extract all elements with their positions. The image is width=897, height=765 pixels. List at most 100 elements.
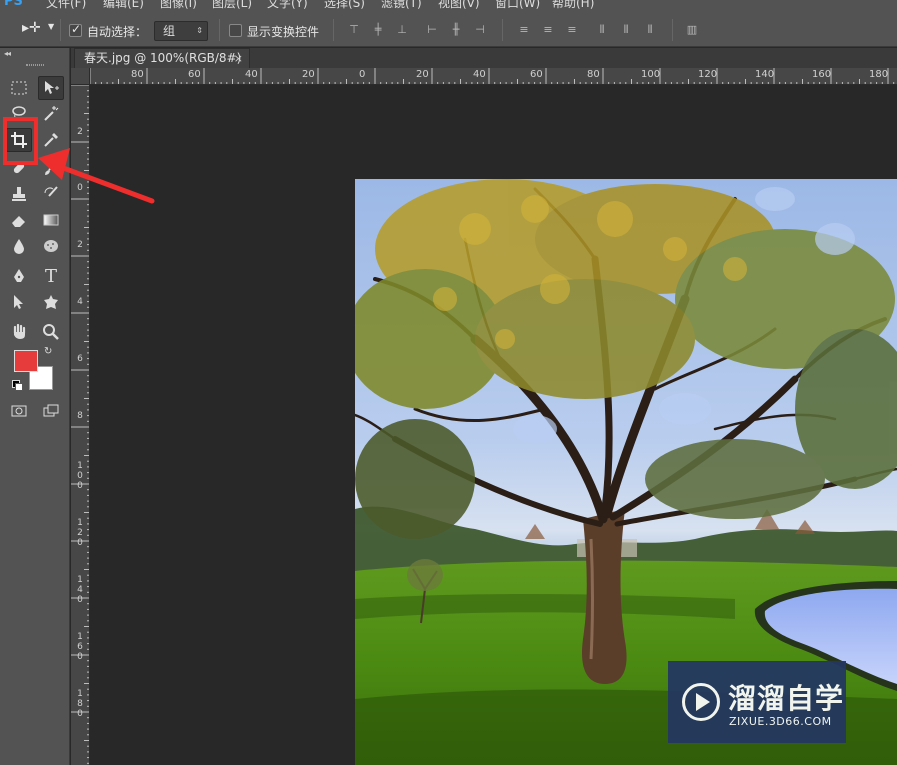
swap-colors-icon[interactable]: ↻ [44,346,52,357]
auto-select-dropdown[interactable]: 组 ⇕ [154,21,208,41]
blur-tool-icon[interactable] [6,234,32,258]
eyedropper-tool-icon[interactable] [38,128,64,152]
ruler-label: 80 [131,69,144,80]
move-tool-icon[interactable] [38,76,64,100]
options-bar: ▸✛ ▼ 自动选择： 组 ⇕ 显示变换控件 ⊤ ╪ ⊥ ⊢ ╫ ⊣ ≡ ≡ ≡ … [0,9,897,47]
vertical-ruler[interactable]: 2 0 2 4 6 8 100 120 140 160 180 [71,85,90,765]
divider [672,19,673,41]
quick-mask-icon[interactable] [6,399,32,423]
distribute-bottom-icon[interactable]: ≡ [564,23,580,37]
ruler-label: 40 [473,69,486,80]
marquee-tool-icon[interactable] [6,76,32,100]
horizontal-ruler[interactable]: 80 60 40 20 0 20 40 60 80 100 120 140 16… [90,68,897,85]
show-transform-checkbox[interactable] [229,24,242,37]
close-icon[interactable]: × [234,49,243,68]
ruler-label: 0 [77,183,83,193]
menu-help[interactable]: 帮助(H) [552,0,594,9]
pen-tool-icon[interactable] [6,264,32,288]
brush-tool-icon[interactable] [38,156,64,180]
chevron-down-icon[interactable]: ▼ [48,22,54,31]
menu-layer[interactable]: 图层(L) [212,0,252,9]
menu-edit[interactable]: 编辑(E) [103,0,144,9]
ruler-label: 2 [77,240,83,250]
ruler-label: 20 [416,69,429,80]
distribute-vcenter-icon[interactable]: ≡ [540,23,556,37]
history-brush-tool-icon[interactable] [38,182,64,206]
divider [333,19,334,41]
distribute-top-icon[interactable]: ≡ [516,23,532,37]
auto-select-value: 组 [163,24,176,38]
updown-icon: ⇕ [196,26,203,35]
watermark-title: 溜溜自学 [728,682,845,715]
collapse-panel-icon[interactable]: ◂◂ [4,49,11,58]
ruler-label: 4 [77,297,83,307]
ruler-origin[interactable] [71,68,90,85]
distribute-left-icon[interactable]: ⫴ [594,23,610,37]
document-tab[interactable]: 春天.jpg @ 100%(RGB/8#) × [74,48,250,68]
align-hcenter-icon[interactable]: ╫ [448,23,464,37]
ruler-label: 0 [359,69,366,80]
align-top-icon[interactable]: ⊤ [346,23,362,37]
ruler-label: 6 [77,354,83,364]
divider [219,19,220,41]
eraser-tool-icon[interactable] [6,208,32,232]
ruler-label: 180 [869,69,889,80]
menu-file[interactable]: 文件(F) [46,0,86,9]
ruler-label: 120 [698,69,718,80]
ruler-label: 140 [77,575,83,605]
custom-shape-tool-icon[interactable] [38,290,64,314]
ruler-label: 120 [77,518,83,548]
auto-select-checkbox[interactable] [69,22,82,37]
default-colors-icon[interactable] [12,380,23,391]
ruler-label: 60 [530,69,543,80]
clone-stamp-tool-icon[interactable] [6,182,32,206]
distribute-right-icon[interactable]: ⫴ [642,23,658,37]
path-selection-tool-icon[interactable] [6,290,32,314]
ruler-label: 160 [77,632,83,662]
ruler-label: 140 [755,69,775,80]
photoshop-window: PS 文件(F) 编辑(E) 图像(I) 图层(L) 文字(Y) 选择(S) 滤… [0,0,897,765]
ps-logo: PS [4,0,23,9]
menu-view[interactable]: 视图(V) [438,0,480,9]
menu-select[interactable]: 选择(S) [324,0,365,9]
auto-select-label: 自动选择： [87,25,148,39]
auto-align-layers-icon[interactable]: ▥ [684,23,700,37]
menu-filter[interactable]: 滤镜(T) [381,0,422,9]
ruler-label: 60 [188,69,201,80]
move-tool-preset-icon[interactable]: ▸✛ [22,20,41,36]
watermark: 溜溜自学 ZIXUE.3D66.COM [668,661,846,743]
crop-tool-highlight [3,117,38,165]
menu-bar: PS 文件(F) 编辑(E) 图像(I) 图层(L) 文字(Y) 选择(S) 滤… [0,0,897,9]
ruler-label: 180 [77,689,83,719]
align-bottom-icon[interactable]: ⊥ [394,23,410,37]
menu-type[interactable]: 文字(Y) [267,0,308,9]
sponge-tool-icon[interactable] [38,234,64,258]
ruler-label: 8 [77,411,83,421]
panel-grip[interactable] [26,64,44,66]
play-logo-icon [682,683,720,721]
align-left-icon[interactable]: ⊢ [424,23,440,37]
type-tool-icon[interactable]: T [38,264,64,288]
distribute-hcenter-icon[interactable]: ⫴ [618,23,634,37]
menu-image[interactable]: 图像(I) [160,0,197,9]
show-transform-label: 显示变换控件 [247,25,320,39]
align-vcenter-icon[interactable]: ╪ [370,23,386,37]
ruler-label: 100 [77,461,83,491]
hand-tool-icon[interactable] [6,320,32,344]
ruler-label: 40 [245,69,258,80]
foreground-color-swatch[interactable] [14,350,38,372]
ruler-label: 80 [587,69,600,80]
divider [60,19,61,41]
screen-mode-icon[interactable] [38,399,64,423]
zoom-tool-icon[interactable] [38,320,64,344]
ruler-label: 100 [641,69,661,80]
ruler-label: 2 [77,127,83,137]
align-right-icon[interactable]: ⊣ [472,23,488,37]
document-title: 春天.jpg @ 100%(RGB/8#) [84,51,242,65]
divider [502,19,503,41]
type-tool-glyph: T [44,265,57,287]
menu-window[interactable]: 窗口(W) [495,0,540,9]
ruler-label: 160 [812,69,832,80]
gradient-tool-icon[interactable] [38,208,64,232]
magic-wand-tool-icon[interactable] [38,101,64,125]
